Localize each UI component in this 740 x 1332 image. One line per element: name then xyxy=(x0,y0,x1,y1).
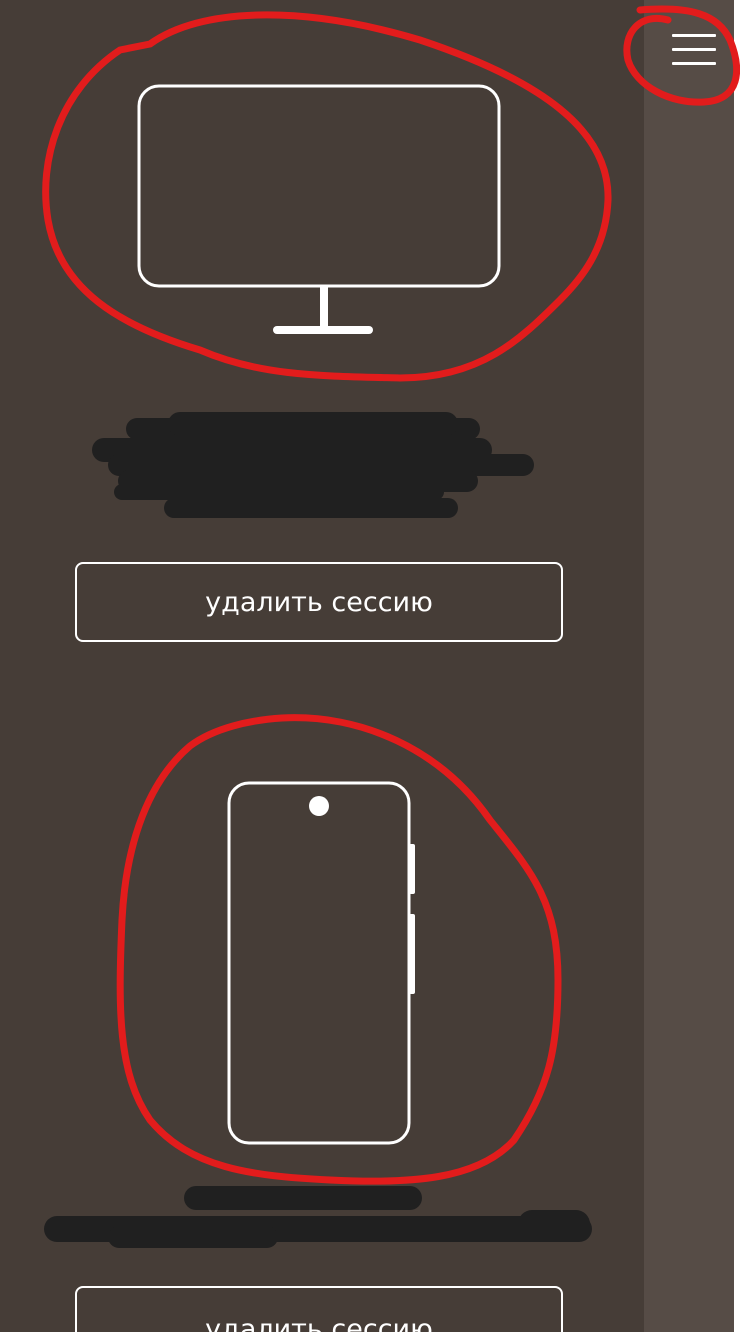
redaction-mark xyxy=(168,412,458,436)
delete-session-button[interactable]: удалить сессию xyxy=(75,1286,563,1332)
menu-bar-middle xyxy=(672,48,716,51)
side-strip xyxy=(644,0,734,1332)
redaction-mark xyxy=(518,1210,590,1240)
hamburger-menu-icon[interactable] xyxy=(664,26,724,74)
delete-session-button[interactable]: удалить сессию xyxy=(75,562,563,642)
menu-bar-top xyxy=(672,34,716,37)
menu-bar-bottom xyxy=(672,62,716,65)
redaction-mark xyxy=(108,1226,278,1248)
sessions-page: удалить сессию удалить сессию xyxy=(0,0,740,1332)
edge-strip xyxy=(734,0,740,1332)
redaction-mark xyxy=(184,1186,422,1210)
redaction-mark xyxy=(164,498,458,518)
smartphone-icon xyxy=(227,781,415,1145)
desktop-monitor-icon xyxy=(137,84,501,334)
